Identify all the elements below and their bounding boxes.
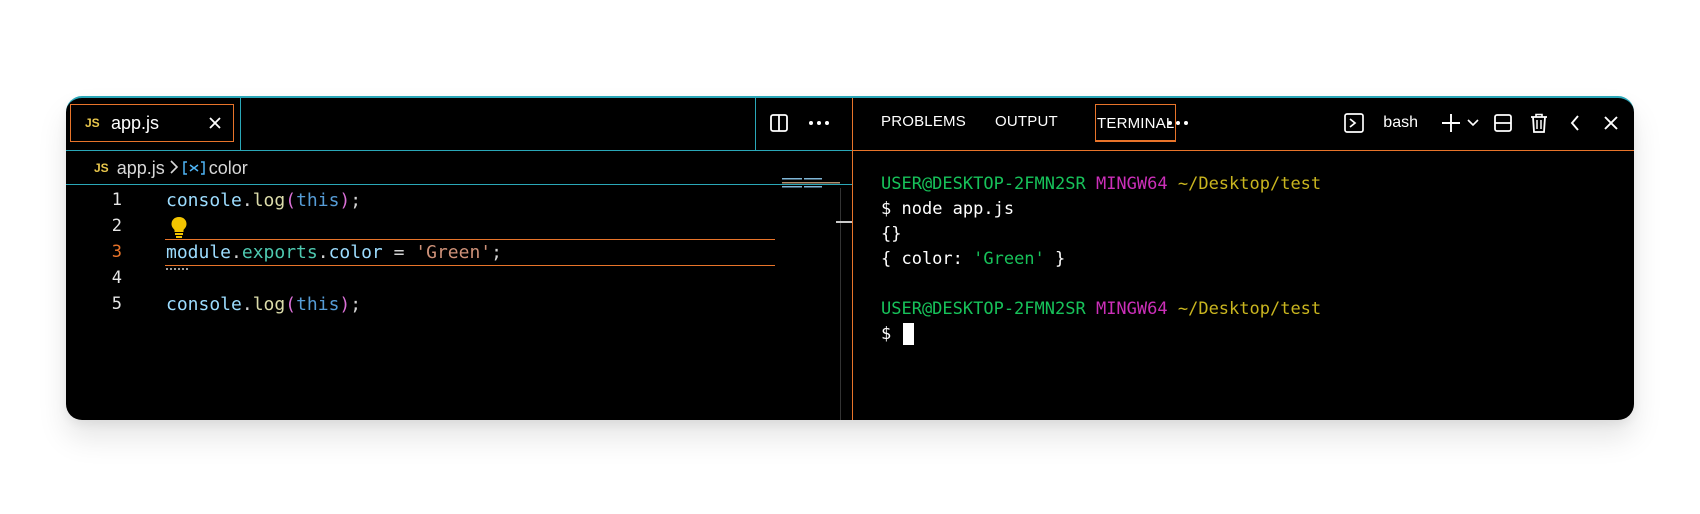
shell-name[interactable]: bash (1383, 114, 1418, 132)
breadcrumb-symbol[interactable]: color (209, 158, 248, 179)
split-terminal-icon[interactable] (1490, 110, 1516, 136)
terminal-output-line: {} (881, 224, 902, 244)
chevron-down-icon[interactable] (1466, 110, 1480, 136)
tab-output[interactable]: OUTPUT (995, 113, 1058, 130)
split-editor-icon[interactable] (766, 110, 792, 136)
minimap[interactable] (782, 176, 844, 196)
tab-label: app.js (111, 112, 160, 133)
editor-actions (766, 110, 832, 136)
panel-header: PROBLEMS OUTPUT TERMINAL bash (853, 98, 1634, 151)
tab-app-js[interactable]: JS app.js (70, 104, 234, 142)
more-actions-icon[interactable] (806, 110, 832, 136)
code-line-active: 3 module.exports.color = 'Green'; (66, 238, 766, 266)
terminal-prompt-line: USER@DESKTOP-2FMN2SR MINGW64 ~/Desktop/t… (881, 299, 1322, 319)
code-text: console.log(this); (166, 189, 362, 211)
js-file-icon: JS (94, 161, 109, 175)
code-line: 4 (66, 264, 766, 292)
terminal-prompt-line: USER@DESKTOP-2FMN2SR MINGW64 ~/Desktop/t… (881, 174, 1322, 194)
terminal-output[interactable]: USER@DESKTOP-2FMN2SR MINGW64 ~/Desktop/t… (881, 172, 1321, 347)
plus-icon[interactable] (1438, 110, 1464, 136)
line-number: 2 (111, 216, 122, 236)
line-number: 5 (111, 294, 122, 314)
lightbulb-icon[interactable] (170, 216, 188, 238)
breadcrumb: JS app.js color (94, 156, 248, 180)
panel-toolbar: bash (1341, 110, 1624, 136)
line-number: 1 (111, 190, 122, 210)
terminal-output-line: { color: 'Green' } (881, 249, 1066, 269)
more-tabs-icon[interactable] (1167, 110, 1189, 141)
js-file-icon: JS (85, 116, 100, 130)
code-line: 5 console.log(this); (66, 290, 766, 318)
editor-pane: JS app.js JS app.js color 1 console.log(… (66, 98, 852, 420)
line-number: 3 (111, 242, 122, 262)
terminal-input-line[interactable]: $ (881, 322, 1321, 347)
code-line: 1 console.log(this); (66, 186, 766, 214)
tab-terminal[interactable]: TERMINAL (1095, 104, 1177, 142)
chevron-left-icon[interactable] (1562, 110, 1588, 136)
chevron-right-icon (169, 158, 179, 179)
code-text: console.log(this); (166, 293, 362, 315)
line-number: 4 (111, 268, 122, 288)
breadcrumb-divider (66, 184, 852, 185)
terminal-cursor (903, 323, 915, 345)
scrollbar-thumb[interactable] (836, 221, 852, 223)
editor-tab-bar: JS app.js (66, 98, 852, 151)
tab-problems[interactable]: PROBLEMS (881, 113, 966, 130)
terminal-shell-icon[interactable] (1341, 110, 1367, 136)
vscode-window: JS app.js JS app.js color 1 console.log(… (66, 96, 1634, 420)
close-icon[interactable] (1598, 110, 1624, 136)
symbol-variable-icon (182, 160, 205, 176)
terminal-panel: PROBLEMS OUTPUT TERMINAL bash USER@DESKT… (853, 98, 1634, 420)
close-icon[interactable] (203, 111, 227, 135)
trash-icon[interactable] (1526, 110, 1552, 136)
tab-separator (240, 98, 241, 150)
code-text: module.exports.color = 'Green'; (166, 241, 502, 263)
breadcrumb-file[interactable]: app.js (117, 158, 165, 179)
terminal-command-line: $ node app.js (881, 199, 1015, 219)
actions-separator (755, 98, 756, 150)
